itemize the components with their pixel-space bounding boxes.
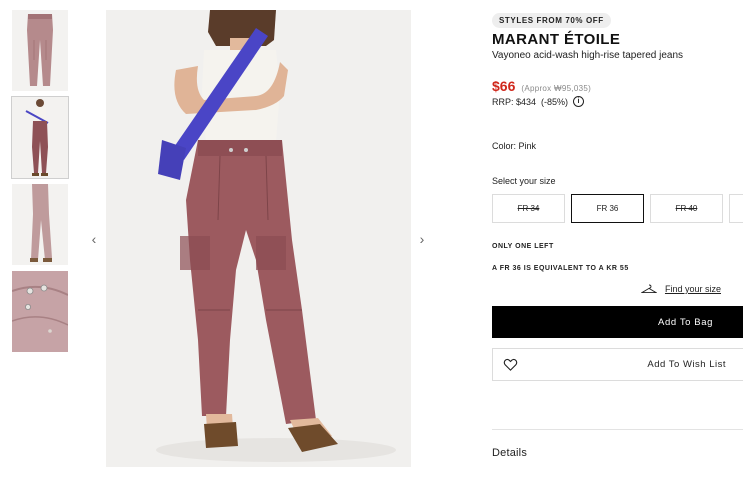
rrp-text: RRP: $434 (-85%) bbox=[492, 96, 569, 107]
add-to-bag-button[interactable]: Add To Bag bbox=[492, 306, 743, 338]
thumbnail-side-view[interactable] bbox=[12, 184, 68, 265]
size-option-label: FR 34 bbox=[517, 204, 540, 213]
jeans-front-image bbox=[12, 10, 68, 91]
price-row: $66 (Approx ₩95,035) bbox=[492, 78, 743, 94]
add-to-wishlist-label: Add To Wish List bbox=[647, 359, 726, 370]
thumbnail-detail-view[interactable] bbox=[12, 271, 68, 352]
size-option-fr34[interactable]: FR 34 bbox=[492, 194, 565, 223]
size-option-label: FR 40 bbox=[675, 204, 698, 213]
brand-name[interactable]: MARANT ÉTOILE bbox=[492, 31, 743, 48]
promo-badge: STYLES FROM 70% OFF bbox=[492, 13, 611, 28]
product-info-panel: STYLES FROM 70% OFF MARANT ÉTOILE Vayone… bbox=[492, 10, 743, 459]
size-option-fr36[interactable]: FR 36 bbox=[571, 194, 644, 223]
add-to-bag-label: Add To Bag bbox=[658, 316, 713, 328]
size-options: FR 34 FR 36 FR 40 bbox=[492, 194, 743, 223]
find-your-size-row: Find your size bbox=[492, 284, 743, 294]
thumbnail-front-view[interactable] bbox=[12, 10, 68, 91]
details-accordion[interactable]: Details bbox=[492, 447, 743, 459]
model-photo bbox=[106, 10, 411, 467]
color-label: Color: Pink bbox=[492, 141, 537, 151]
thumbnail-model-view[interactable] bbox=[11, 96, 69, 179]
model-image bbox=[12, 97, 68, 178]
approx-price: (Approx ₩95,035) bbox=[521, 84, 592, 93]
chevron-left-icon[interactable]: ‹ bbox=[87, 229, 101, 249]
product-title: Vayoneo acid-wash high-rise tapered jean… bbox=[492, 50, 684, 61]
chevron-right-icon[interactable]: › bbox=[415, 229, 429, 249]
size-option-label: FR 36 bbox=[596, 204, 619, 213]
thumbnail-list bbox=[11, 10, 69, 358]
find-your-size-link[interactable]: Find your size bbox=[665, 284, 721, 294]
size-equivalence-note: A FR 36 IS EQUIVALENT TO A KR 55 bbox=[492, 265, 629, 272]
detail-image bbox=[12, 271, 68, 352]
heart-icon bbox=[503, 358, 518, 371]
hanger-icon bbox=[640, 284, 657, 294]
add-to-wishlist-button[interactable]: Add To Wish List bbox=[492, 348, 743, 381]
rrp-row: RRP: $434 (-85%) i bbox=[492, 96, 743, 107]
side-image bbox=[12, 184, 68, 265]
size-select-label: Select your size bbox=[492, 176, 556, 186]
sale-price: $66 bbox=[492, 78, 516, 94]
info-icon[interactable]: i bbox=[573, 96, 585, 107]
main-product-image bbox=[106, 10, 411, 467]
divider bbox=[492, 429, 743, 430]
size-option-more[interactable] bbox=[729, 194, 743, 223]
stock-note: ONLY ONE LEFT bbox=[492, 243, 554, 250]
size-option-fr40[interactable]: FR 40 bbox=[650, 194, 723, 223]
